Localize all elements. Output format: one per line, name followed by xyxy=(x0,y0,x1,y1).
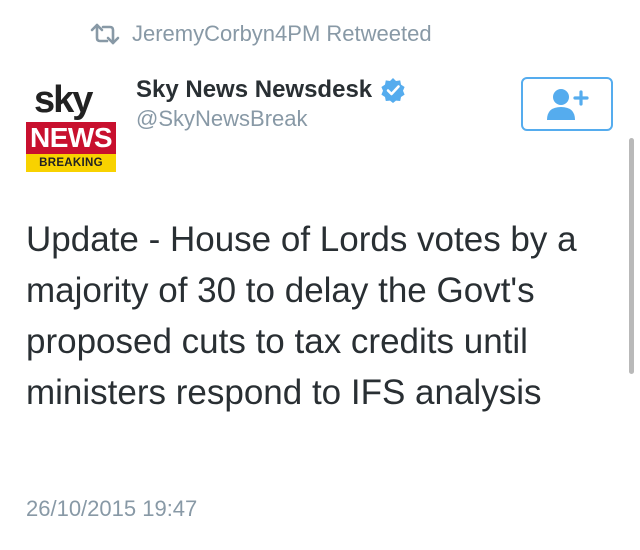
avatar-breaking-band: BREAKING xyxy=(26,154,116,172)
tweet-text: Update - House of Lords votes by a major… xyxy=(26,220,577,412)
display-name-text: Sky News Newsdesk xyxy=(136,76,373,103)
avatar-news-band: NEWS xyxy=(26,122,116,154)
avatar[interactable]: sky NEWS BREAKING xyxy=(22,78,122,174)
scrollbar[interactable] xyxy=(629,138,634,374)
add-user-icon xyxy=(544,86,590,122)
retweet-icon xyxy=(88,22,122,46)
author-display-name[interactable]: Sky News Newsdesk xyxy=(136,74,406,106)
follow-button[interactable] xyxy=(521,77,613,131)
retweet-label: JeremyCorbyn4PM Retweeted xyxy=(132,21,432,46)
avatar-sky-logo: sky xyxy=(34,79,93,121)
verified-badge-icon xyxy=(380,77,406,103)
tweet-timestamp[interactable]: 26/10/2015 19:47 xyxy=(26,496,197,522)
tweet-card: JeremyCorbyn4PM Retweeted sky NEWS BREAK… xyxy=(0,0,640,550)
retweet-context[interactable]: JeremyCorbyn4PM Retweeted xyxy=(88,18,432,50)
author-handle[interactable]: @SkyNewsBreak xyxy=(136,106,308,132)
